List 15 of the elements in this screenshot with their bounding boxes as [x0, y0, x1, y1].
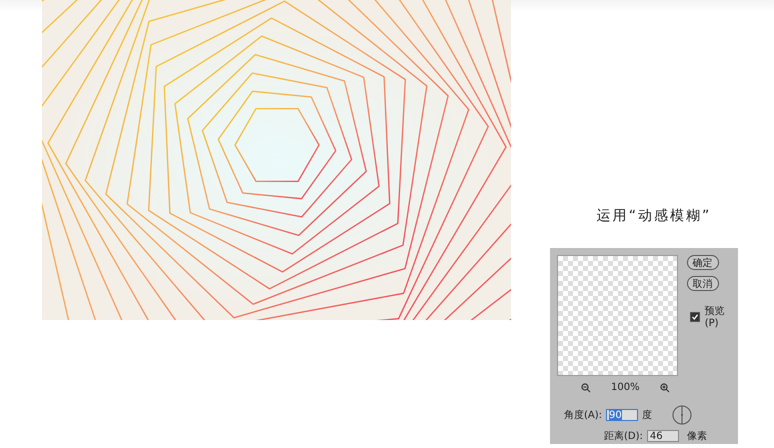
distance-unit: 像素: [686, 430, 707, 443]
angle-dial-icon[interactable]: [672, 405, 692, 425]
angle-unit: 度: [642, 408, 652, 422]
caption-text: 运用“动感模糊”: [596, 207, 712, 225]
distance-label: 距离(D):: [604, 430, 643, 443]
zoom-percent: 100%: [611, 382, 640, 393]
preview-checkbox[interactable]: [690, 312, 700, 322]
ok-button[interactable]: 确定: [686, 255, 719, 270]
cancel-button[interactable]: 取消: [686, 276, 719, 291]
zoom-out-icon[interactable]: [581, 382, 591, 392]
distance-input[interactable]: 46: [646, 430, 679, 442]
angle-input[interactable]: 90: [606, 409, 638, 421]
zoom-in-icon[interactable]: [660, 382, 670, 392]
preview-label: 预览(P): [704, 305, 726, 329]
angle-label: 角度(A):: [564, 408, 602, 422]
